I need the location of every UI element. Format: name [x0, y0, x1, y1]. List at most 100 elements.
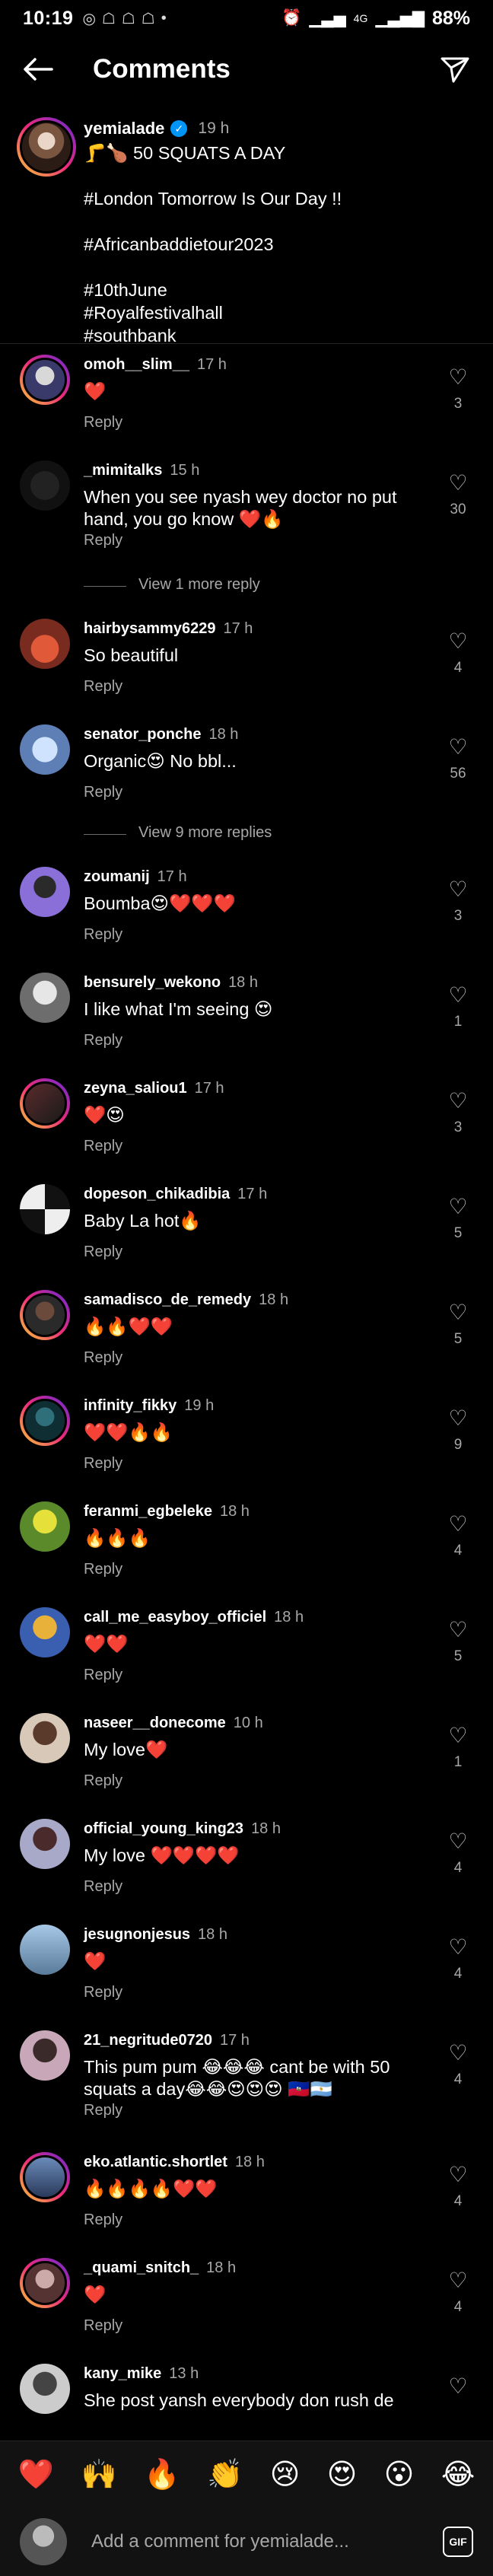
- heart-icon[interactable]: ♡: [443, 1514, 473, 1535]
- reply-button[interactable]: Reply: [84, 2102, 122, 2119]
- avatar[interactable]: [20, 619, 70, 669]
- heart-icon[interactable]: ♡: [443, 631, 473, 652]
- comment-username[interactable]: senator_ponche: [84, 726, 201, 743]
- reply-button[interactable]: Reply: [84, 1984, 122, 2001]
- avatar[interactable]: [20, 1078, 70, 1129]
- avatar[interactable]: [20, 2258, 70, 2308]
- comment-username[interactable]: bensurely_wekono: [84, 974, 221, 991]
- fire-emoji-button[interactable]: 🔥: [144, 2458, 180, 2492]
- heart-icon[interactable]: ♡: [443, 2043, 473, 2064]
- like-control: ♡ 4: [443, 2043, 473, 2088]
- comment-username[interactable]: zoumanij: [84, 868, 150, 885]
- avatar[interactable]: [20, 1290, 70, 1340]
- avatar[interactable]: [20, 1184, 70, 1234]
- reply-button[interactable]: Reply: [84, 1243, 122, 1261]
- back-arrow-icon[interactable]: [20, 51, 56, 88]
- clap-emoji-button[interactable]: 👏: [207, 2458, 243, 2492]
- heart-icon[interactable]: ♡: [443, 1725, 473, 1747]
- comment-username[interactable]: hairbysammy6229: [84, 620, 215, 637]
- view-more-replies-label[interactable]: View 9 more replies: [138, 824, 272, 842]
- reply-button[interactable]: Reply: [84, 1138, 122, 1155]
- reply-button[interactable]: Reply: [84, 1349, 122, 1367]
- reply-button[interactable]: Reply: [84, 678, 122, 696]
- heart-icon[interactable]: ♡: [443, 985, 473, 1006]
- comment-time: 17 h: [157, 868, 187, 885]
- send-icon[interactable]: [437, 51, 473, 88]
- heart-icon[interactable]: ♡: [443, 2164, 473, 2186]
- avatar[interactable]: [20, 867, 70, 917]
- comment-username[interactable]: naseer__donecome: [84, 1715, 226, 1731]
- comment-username[interactable]: kany_mike: [84, 2365, 161, 2382]
- comment-username[interactable]: feranmi_egbeleke: [84, 1503, 212, 1520]
- comment-username[interactable]: call_me_easyboy_officiel: [84, 1609, 266, 1626]
- reply-button[interactable]: Reply: [84, 1878, 122, 1896]
- reply-button[interactable]: Reply: [84, 1561, 122, 1578]
- reply-button[interactable]: Reply: [84, 926, 122, 944]
- avatar[interactable]: [20, 1713, 70, 1763]
- comment-username[interactable]: dopeson_chikadibia: [84, 1186, 230, 1202]
- comment-username[interactable]: eko.atlantic.shortlet: [84, 2154, 227, 2170]
- heart-icon[interactable]: ♡: [443, 1619, 473, 1641]
- view-more-replies-label[interactable]: View 1 more reply: [138, 576, 260, 594]
- heart-icon[interactable]: ♡: [443, 1091, 473, 1112]
- heart-icon[interactable]: ♡: [443, 2270, 473, 2291]
- crying-emoji-button[interactable]: 😢: [270, 2457, 301, 2492]
- comment-username[interactable]: _quami_snitch_: [84, 2259, 199, 2276]
- reply-button[interactable]: Reply: [84, 1455, 122, 1473]
- heart-icon[interactable]: ♡: [443, 1196, 473, 1218]
- heart-icon[interactable]: ♡: [443, 2376, 473, 2397]
- caption-username[interactable]: yemialade: [84, 119, 164, 139]
- avatar[interactable]: [20, 355, 70, 405]
- comment-username[interactable]: _mimitalks: [84, 462, 162, 479]
- avatar[interactable]: [20, 1925, 70, 1975]
- raised-hands-emoji-button[interactable]: 🙌: [81, 2458, 116, 2492]
- avatar[interactable]: [20, 1396, 70, 1446]
- comment-time: 18 h: [208, 726, 239, 743]
- avatar[interactable]: [20, 1607, 70, 1657]
- reply-button[interactable]: Reply: [84, 2211, 122, 2229]
- avatar[interactable]: [20, 2152, 70, 2202]
- comment-time: 17 h: [219, 2032, 250, 2049]
- heart-icon[interactable]: ♡: [443, 879, 473, 900]
- reply-button[interactable]: Reply: [84, 1667, 122, 1684]
- reply-button[interactable]: Reply: [84, 1032, 122, 1049]
- comment-time: 18 h: [228, 974, 258, 991]
- surprised-emoji-button[interactable]: 😮: [384, 2457, 415, 2492]
- avatar[interactable]: [20, 973, 70, 1023]
- comment-input[interactable]: Add a comment for yemialade...: [91, 2531, 443, 2552]
- reply-button[interactable]: Reply: [84, 2317, 122, 2335]
- avatar[interactable]: [20, 460, 70, 511]
- heart-eyes-emoji-button[interactable]: 😍: [327, 2457, 358, 2492]
- heart-icon[interactable]: ♡: [443, 1408, 473, 1429]
- comment-username[interactable]: infinity_fikky: [84, 1397, 177, 1414]
- heart-icon[interactable]: ♡: [443, 737, 473, 758]
- reply-button[interactable]: Reply: [84, 532, 122, 549]
- view-more-replies[interactable]: View 1 more reply: [0, 572, 493, 608]
- heart-icon[interactable]: ♡: [443, 473, 473, 494]
- heart-emoji-button[interactable]: ❤️: [18, 2458, 54, 2492]
- like-control: ♡ 56: [443, 737, 473, 782]
- heart-icon[interactable]: ♡: [443, 1831, 473, 1852]
- comment-username[interactable]: samadisco_de_remedy: [84, 1291, 251, 1308]
- reply-button[interactable]: Reply: [84, 1772, 122, 1790]
- avatar[interactable]: [20, 2364, 70, 2414]
- comment-text: ❤️😍: [84, 1105, 125, 1125]
- comment-username[interactable]: jesugnonjesus: [84, 1926, 190, 1943]
- avatar[interactable]: [20, 2030, 70, 2081]
- comment-username[interactable]: official_young_king23: [84, 1820, 243, 1837]
- heart-icon[interactable]: ♡: [443, 1302, 473, 1323]
- gif-button[interactable]: GIF: [443, 2527, 473, 2557]
- reply-button[interactable]: Reply: [84, 784, 122, 801]
- comment-username[interactable]: omoh__slim__: [84, 356, 189, 373]
- avatar[interactable]: [17, 117, 76, 177]
- avatar[interactable]: [20, 1501, 70, 1552]
- reply-button[interactable]: Reply: [84, 414, 122, 431]
- view-more-replies[interactable]: View 9 more replies: [0, 820, 493, 856]
- avatar[interactable]: [20, 724, 70, 775]
- heart-icon[interactable]: ♡: [443, 1937, 473, 1958]
- heart-icon[interactable]: ♡: [443, 367, 473, 388]
- laughing-emoji-button[interactable]: 😂: [441, 2457, 475, 2492]
- avatar[interactable]: [20, 1819, 70, 1869]
- comment-username[interactable]: 21_negritude0720: [84, 2032, 212, 2049]
- comment-username[interactable]: zeyna_saliou1: [84, 1080, 187, 1097]
